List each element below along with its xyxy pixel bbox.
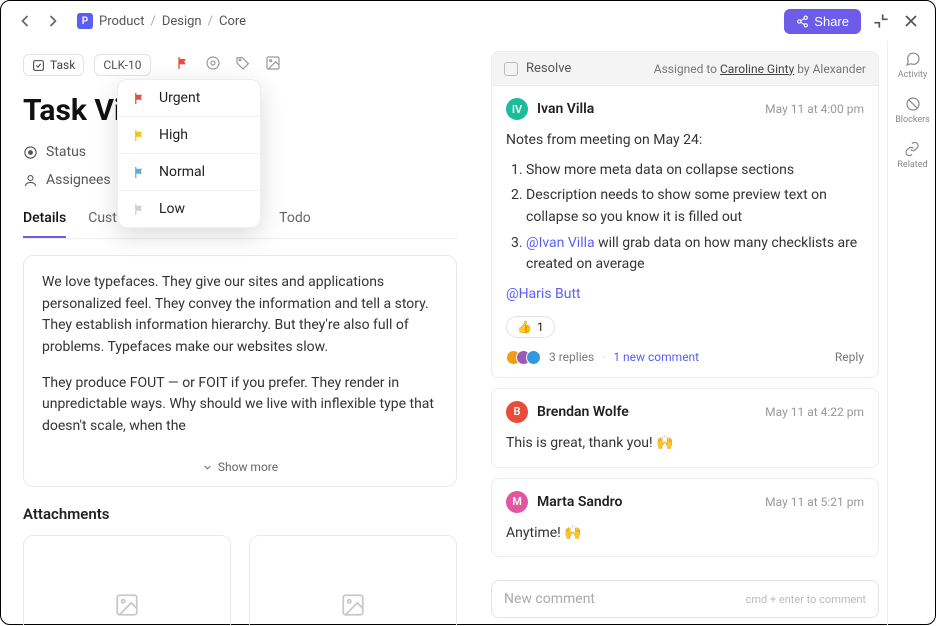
priority-option-low[interactable]: Low — [118, 190, 260, 227]
priority-option-urgent[interactable]: Urgent — [118, 80, 260, 116]
collapse-icon[interactable] — [871, 11, 891, 31]
reply-avatars — [506, 350, 541, 365]
attachments-heading: Attachments — [23, 505, 457, 523]
comment-author[interactable]: Brendan Wolfe — [537, 404, 629, 420]
user-icon — [23, 173, 38, 188]
description-paragraph: We love typefaces. They give our sites a… — [42, 272, 438, 359]
comment-thread: IV Ivan Villa May 11 at 4:00 pm Notes fr… — [491, 86, 879, 378]
image-icon — [114, 592, 140, 618]
tab-todo[interactable]: Todo — [279, 210, 311, 238]
status-icon — [23, 145, 38, 160]
workspace-badge: P — [77, 13, 93, 29]
assignee-link[interactable]: Caroline Ginty — [720, 62, 794, 76]
priority-dropdown: Urgent High Normal Low — [117, 79, 261, 228]
avatar: B — [506, 401, 528, 423]
avatar: IV — [506, 98, 528, 120]
resolve-checkbox[interactable] — [504, 62, 518, 76]
show-more-button[interactable]: Show more — [42, 452, 438, 479]
chevron-down-icon — [202, 462, 213, 473]
comment-timestamp: May 11 at 5:21 pm — [765, 495, 864, 509]
comment-body: This is great, thank you! 🙌 — [506, 433, 864, 455]
breadcrumb-item[interactable]: Core — [219, 14, 246, 29]
rail-activity[interactable]: Activity — [898, 51, 927, 80]
flag-icon — [132, 128, 147, 143]
chat-icon — [905, 51, 921, 67]
comment-card: M Marta Sandro May 11 at 5:21 pm Anytime… — [491, 478, 879, 558]
breadcrumb[interactable]: P Product / Design / Core — [77, 13, 246, 29]
priority-option-high[interactable]: High — [118, 116, 260, 153]
new-comments-link[interactable]: 1 new comment — [613, 350, 699, 364]
nav-back-button[interactable] — [15, 11, 35, 31]
image-icon — [340, 592, 366, 618]
attachment-placeholder[interactable] — [249, 535, 457, 626]
composer-placeholder: New comment — [504, 591, 595, 607]
task-id-pill[interactable]: CLK-10 — [94, 54, 150, 76]
rail-related[interactable]: Related — [897, 141, 927, 170]
composer-hint: cmd + enter to comment — [746, 593, 866, 606]
breadcrumb-item[interactable]: Design — [162, 14, 202, 29]
rail-blockers[interactable]: Blockers — [895, 96, 930, 125]
replies-count[interactable]: 3 replies — [549, 350, 594, 364]
comment-composer[interactable]: New comment cmd + enter to comment — [491, 580, 879, 618]
nav-forward-button[interactable] — [43, 11, 63, 31]
task-type-pill[interactable]: Task — [23, 54, 84, 76]
comment-author[interactable]: Ivan Villa — [537, 101, 594, 117]
resolve-bar: Resolve Assigned to Caroline Ginty by Al… — [491, 51, 879, 86]
settings-icon[interactable] — [205, 55, 221, 75]
blocked-icon — [905, 96, 921, 112]
mention-link[interactable]: @Haris Butt — [506, 284, 864, 306]
flag-icon — [132, 202, 147, 217]
comment-card: B Brendan Wolfe May 11 at 4:22 pm This i… — [491, 388, 879, 468]
mention-link[interactable]: @Ivan Villa — [526, 235, 595, 251]
comment-author[interactable]: Marta Sandro — [537, 494, 622, 510]
reaction-pill[interactable]: 👍 1 — [506, 316, 555, 338]
comment-timestamp: May 11 at 4:00 pm — [765, 102, 864, 116]
assigned-info: Assigned to Caroline Ginty by Alexander — [654, 62, 866, 76]
resolve-label[interactable]: Resolve — [526, 61, 571, 76]
avatar: M — [506, 491, 528, 513]
flag-icon — [132, 165, 147, 180]
breadcrumb-item[interactable]: Product — [99, 14, 144, 29]
flag-icon — [132, 91, 147, 106]
image-icon[interactable] — [265, 55, 281, 75]
tab-details[interactable]: Details — [23, 210, 66, 238]
comment-body: Notes from meeting on May 24: Show more … — [506, 130, 864, 306]
priority-flag-icon[interactable] — [175, 55, 191, 75]
attachment-placeholder[interactable] — [23, 535, 231, 626]
tag-icon[interactable] — [235, 55, 251, 75]
description-box[interactable]: We love typefaces. They give our sites a… — [23, 255, 457, 487]
close-icon[interactable] — [901, 11, 921, 31]
comment-body: Anytime! 🙌 — [506, 523, 864, 545]
link-icon — [904, 141, 920, 157]
reply-button[interactable]: Reply — [835, 350, 864, 364]
comment-timestamp: May 11 at 4:22 pm — [765, 405, 864, 419]
priority-option-normal[interactable]: Normal — [118, 153, 260, 190]
share-button[interactable]: Share — [784, 9, 861, 34]
description-paragraph: They produce FOUT — or FOIT if you prefe… — [42, 373, 438, 438]
